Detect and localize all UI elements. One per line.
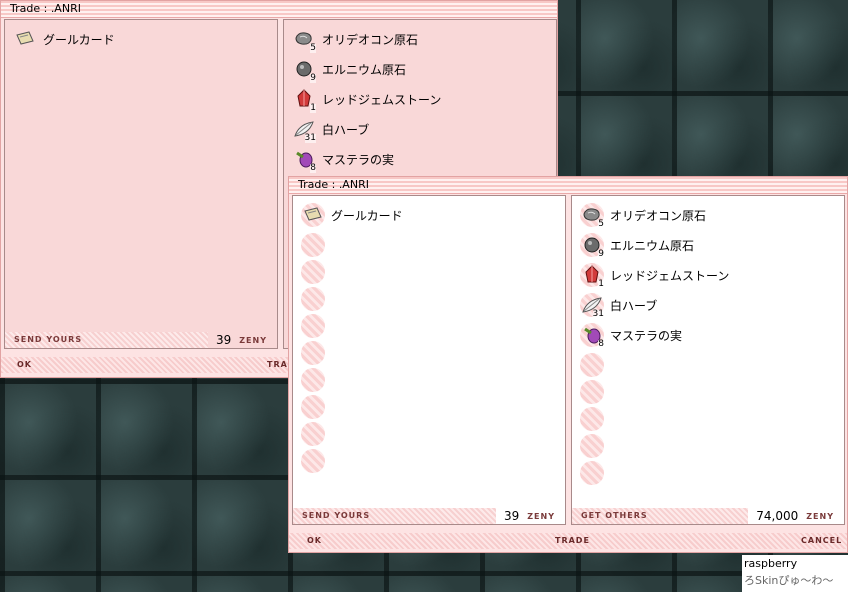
- item-name: マステラの実: [322, 152, 395, 167]
- item-name: グールカード: [331, 208, 403, 223]
- item-name: エルニウム原石: [610, 238, 695, 253]
- your-items-panel-back: グールカード SEND YOURS 39 ZENY: [4, 19, 278, 349]
- ore-icon: 9: [292, 57, 316, 83]
- empty-slot[interactable]: [301, 395, 325, 419]
- zeny-label: ZENY: [806, 511, 834, 521]
- cancel-button[interactable]: CANCEL: [801, 536, 842, 545]
- trade-button[interactable]: TRADE: [555, 536, 590, 545]
- ore-icon: 5: [292, 27, 316, 53]
- your-items-panel: グールカード SEND YOURS 39 ZENY: [292, 195, 566, 525]
- send-yours-label: SEND YOURS: [293, 508, 496, 524]
- list-item[interactable]: 9 エルニウム原石: [580, 230, 729, 260]
- empty-slot[interactable]: [580, 407, 604, 431]
- send-yours-label: SEND YOURS: [5, 332, 208, 348]
- credit-line-2: ろSkinぴゅ〜わ〜: [744, 574, 834, 587]
- skin-credit: raspberry ろSkinぴゅ〜わ〜: [742, 555, 848, 592]
- your-zeny-amount: 39: [503, 509, 520, 523]
- other-zeny-amount: 74,000: [756, 509, 799, 523]
- list-item[interactable]: 8 マステラの実: [580, 320, 729, 350]
- empty-slot[interactable]: [580, 434, 604, 458]
- herb-icon: 31: [580, 293, 604, 319]
- list-item[interactable]: グールカード: [13, 24, 115, 54]
- send-yours-bar: SEND YOURS 39 ZENY: [293, 508, 565, 524]
- list-item[interactable]: 1 レッドジェムストーン: [580, 260, 729, 290]
- empty-slot[interactable]: [301, 287, 325, 311]
- credit-line-1: raspberry: [744, 557, 798, 570]
- item-name: エルニウム原石: [322, 62, 407, 77]
- empty-slot[interactable]: [301, 314, 325, 338]
- send-yours-bar-back: SEND YOURS 39 ZENY: [5, 332, 277, 348]
- ok-button[interactable]: OK: [307, 536, 322, 545]
- zeny-label: ZENY: [527, 511, 555, 521]
- trade-window-title[interactable]: Trade : .ANRI: [289, 177, 847, 194]
- empty-slot[interactable]: [301, 449, 325, 473]
- empty-slot[interactable]: [301, 260, 325, 284]
- button-bar: OK TRADE CANCEL: [289, 533, 847, 549]
- empty-slot[interactable]: [580, 461, 604, 485]
- fruit-icon: 8: [580, 323, 604, 349]
- red-gem-icon: 1: [292, 87, 316, 113]
- zeny-label: ZENY: [239, 335, 267, 345]
- empty-slot[interactable]: [301, 368, 325, 392]
- list-item[interactable]: 1 レッドジェムストーン: [292, 84, 441, 114]
- item-name: 白ハーブ: [610, 298, 658, 313]
- item-name: オリデオコン原石: [322, 32, 419, 47]
- list-item[interactable]: 31 白ハーブ: [292, 114, 441, 144]
- empty-slot[interactable]: [301, 233, 325, 257]
- card-icon: [13, 27, 37, 51]
- list-item[interactable]: 8 マステラの実: [292, 144, 441, 174]
- other-items-panel: 5 オリデオコン原石 9 エルニウム原石 1 レッドジェムストーン 31 白ハー…: [571, 195, 845, 525]
- empty-slot[interactable]: [301, 422, 325, 446]
- herb-icon: 31: [292, 117, 316, 143]
- item-name: オリデオコン原石: [610, 208, 707, 223]
- get-others-label: GET OTHERS: [572, 508, 749, 524]
- item-name: レッドジェムストーン: [610, 268, 730, 283]
- list-item[interactable]: 5 オリデオコン原石: [580, 200, 729, 230]
- ore-icon: 9: [580, 233, 604, 259]
- fruit-icon: 8: [292, 147, 316, 173]
- list-item[interactable]: グールカード: [301, 200, 403, 230]
- ok-button-back[interactable]: OK: [17, 360, 32, 369]
- item-name: グールカード: [43, 32, 115, 47]
- list-item[interactable]: 5 オリデオコン原石: [292, 24, 441, 54]
- item-name: 白ハーブ: [322, 122, 370, 137]
- empty-slot[interactable]: [301, 341, 325, 365]
- card-icon: [301, 203, 325, 227]
- list-item[interactable]: 31 白ハーブ: [580, 290, 729, 320]
- item-name: レッドジェムストーン: [322, 92, 442, 107]
- empty-slot[interactable]: [580, 353, 604, 377]
- your-zeny-amount: 39: [215, 333, 232, 347]
- trade-window-back-title[interactable]: Trade : .ANRI: [1, 1, 557, 18]
- item-name: マステラの実: [610, 328, 683, 343]
- trade-window: Trade : .ANRI グールカード SEND YOURS 39 ZENY: [288, 176, 848, 553]
- ore-icon: 5: [580, 203, 604, 229]
- list-item[interactable]: 9 エルニウム原石: [292, 54, 441, 84]
- empty-slot[interactable]: [580, 380, 604, 404]
- get-others-bar: GET OTHERS 74,000 ZENY: [572, 508, 844, 524]
- red-gem-icon: 1: [580, 263, 604, 289]
